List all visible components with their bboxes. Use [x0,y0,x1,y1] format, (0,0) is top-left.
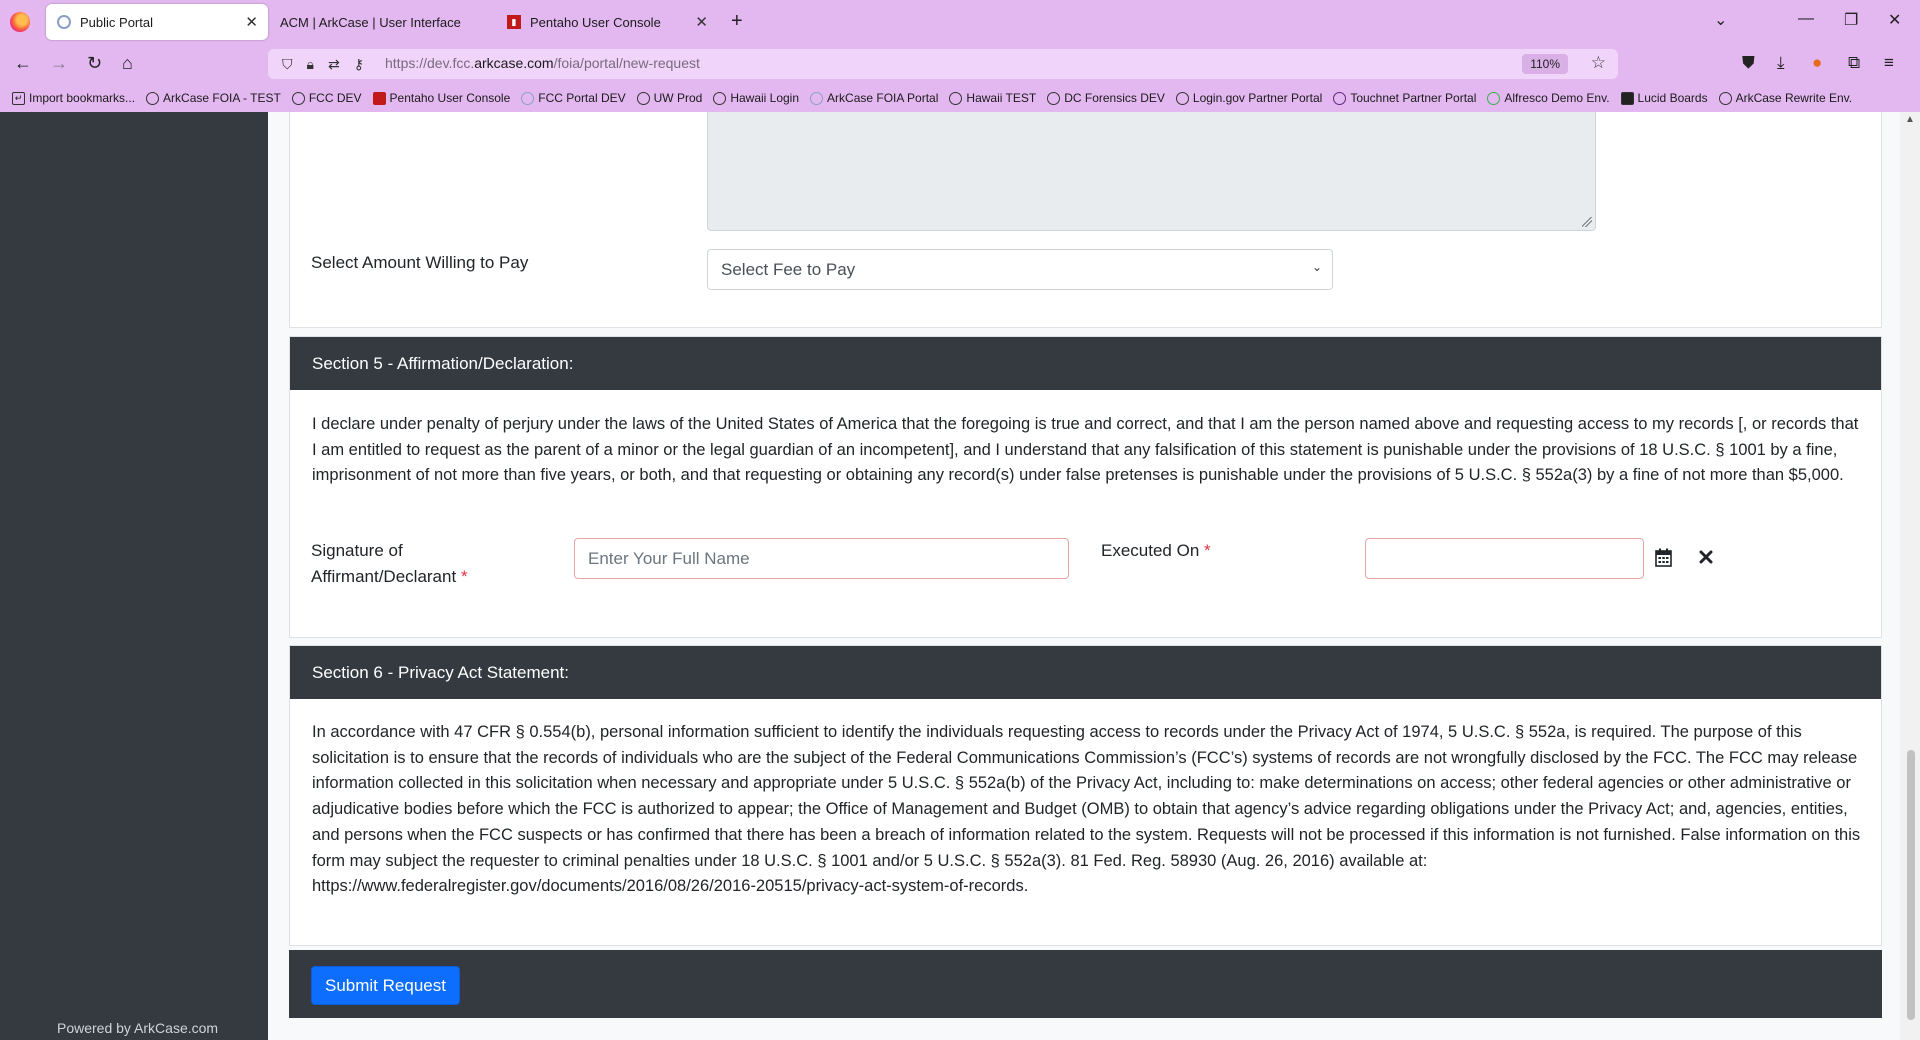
new-tab-icon[interactable]: + [731,10,743,33]
pentaho-favicon-icon: ▮ [506,14,522,30]
bookmark-login-gov[interactable]: Login.gov Partner Portal [1175,91,1322,105]
powered-by-text: Powered by ArkCase.com [57,1020,219,1036]
tab-title: ACM | ArkCase | User Interface [280,14,461,30]
bookmark-pentaho[interactable]: Pentaho User Console [372,91,510,105]
chevron-down-icon: ⌄ [1311,260,1322,274]
executed-on-label: Executed On * [1101,541,1211,560]
scroll-up-icon[interactable]: ▲ [1905,114,1915,125]
bookmark-touchnet[interactable]: Touchnet Partner Portal [1333,91,1476,105]
portal-icon [521,91,535,105]
tab-acm-arkcase[interactable]: ACM | ArkCase | User Interface [270,4,492,40]
url-text[interactable]: https://dev.fcc.arkcase.com/foia/portal/… [385,55,700,71]
tab-title: Public Portal [80,14,153,30]
scrollbar-thumb[interactable] [1907,750,1915,1020]
forward-arrow-icon[interactable]: → [50,53,68,74]
close-window-icon[interactable]: ✕ [1888,10,1901,30]
zoom-level[interactable]: 110% [1522,54,1568,74]
bookmark-dc-forensics-dev[interactable]: DC Forensics DEV [1047,91,1165,105]
tab-title: Pentaho User Console [530,14,661,30]
tab-public-portal[interactable]: Public Portal ✕ [46,4,268,40]
bookmark-arkcase-rewrite[interactable]: ArkCase Rewrite Env. [1718,91,1852,105]
fee-select[interactable]: Select Fee to Pay ⌄ [707,249,1333,290]
touchnet-icon [1333,91,1347,105]
pocket-icon[interactable]: ⛊ [1742,53,1755,73]
lucid-icon [1620,91,1634,105]
bookmark-fcc-portal-dev[interactable]: FCC Portal DEV [521,91,626,105]
executed-on-date-input[interactable] [1365,538,1644,579]
menu-hamburger-icon[interactable]: ≡ [1884,53,1894,73]
privacy-statement-text: In accordance with 47 CFR § 0.554(b), pe… [312,723,1861,896]
reload-icon[interactable]: ↻ [87,53,102,74]
declaration-text: I declare under penalty of perjury under… [312,415,1859,485]
submit-bar: Submit Request [289,950,1882,1018]
globe-icon [146,91,160,105]
fee-label: Select Amount Willing to Pay [311,253,529,272]
portal-icon [810,91,824,105]
restore-icon[interactable]: ❐ [1844,10,1858,30]
portal-favicon-icon [56,14,72,30]
bookmark-star-icon[interactable]: ☆ [1591,53,1606,73]
bookmark-arkcase-foia-test[interactable]: ArkCase FOIA - TEST [146,91,281,105]
extensions-puzzle-icon[interactable]: ⧉ [1848,53,1860,73]
required-mark: * [460,567,468,586]
clear-date-icon[interactable] [1699,550,1713,569]
bookmark-hawaii-login[interactable]: Hawaii Login [713,91,799,105]
firefox-logo-icon[interactable] [10,12,30,32]
key-icon[interactable]: ⚷ [354,56,364,73]
minimize-icon[interactable]: — [1798,10,1814,28]
url-bar[interactable]: ⛉ 🔒︎ ⇄ ⚷ https://dev.fcc.arkcase.com/foi… [268,49,1618,79]
navigation-bar: ← → ↻ ⌂ ⛉ 🔒︎ ⇄ ⚷ https://dev.fcc.arkcase… [0,44,1920,84]
section6-card: Section 6 - Privacy Act Statement: In ac… [289,645,1882,946]
close-tab-icon[interactable]: ✕ [245,13,258,31]
downloads-icon[interactable]: ⤓ [1777,53,1785,73]
resize-grip-icon[interactable] [1582,217,1592,227]
gear-icon [1175,91,1189,105]
section6-title: Section 6 - Privacy Act Statement: [290,646,1881,699]
lock-icon[interactable]: 🔒︎ [307,56,314,73]
close-tab-icon[interactable]: ✕ [695,13,708,31]
extension-orange-icon[interactable]: ● [1812,53,1822,73]
bookmark-lucid[interactable]: Lucid Boards [1620,91,1708,105]
bookmark-import[interactable]: ↵ Import bookmarks... [12,91,135,105]
home-icon[interactable]: ⌂ [122,53,133,74]
fee-select-value: Select Fee to Pay [721,260,856,279]
globe-icon [636,91,650,105]
globe-icon [1047,91,1061,105]
bookmark-hawaii-test[interactable]: Hawaii TEST [949,91,1036,105]
sidebar [0,112,268,1040]
signature-label: Signature of Affirmant/Declarant * [311,541,468,586]
globe-icon [291,91,305,105]
tab-pentaho[interactable]: ▮ Pentaho User Console ✕ [496,4,718,40]
back-arrow-icon[interactable]: ← [14,53,32,74]
required-mark: * [1204,541,1211,560]
bookmark-fcc-dev[interactable]: FCC DEV [291,91,362,105]
bookmark-arkcase-foia-portal[interactable]: ArkCase FOIA Portal [810,91,938,105]
shield-icon[interactable]: ⛉ [282,56,293,73]
signature-input[interactable]: Enter Your Full Name [574,538,1069,579]
section5-card: Section 5 - Affirmation/Declaration: I d… [289,336,1882,638]
pentaho-icon [372,91,386,105]
import-icon: ↵ [12,91,25,105]
globe-icon [713,91,727,105]
permissions-icon[interactable]: ⇄ [328,56,340,73]
request-description-textarea[interactable] [707,112,1596,231]
calendar-icon[interactable] [1655,548,1672,572]
submit-request-button[interactable]: Submit Request [311,966,460,1005]
bookmarks-bar: ↵ Import bookmarks... ArkCase FOIA - TEST… [0,84,1920,112]
bookmark-alfresco[interactable]: Alfresco Demo Env. [1487,91,1610,105]
section5-title: Section 5 - Affirmation/Declaration: [290,337,1881,390]
tab-list-chevron-icon[interactable]: ⌄ [1714,10,1727,30]
alfresco-icon [1487,91,1501,105]
tab-bar: Public Portal ✕ ACM | ArkCase | User Int… [0,0,1920,44]
bookmark-uw-prod[interactable]: UW Prod [636,91,702,105]
globe-icon [1718,91,1732,105]
globe-icon [949,91,963,105]
